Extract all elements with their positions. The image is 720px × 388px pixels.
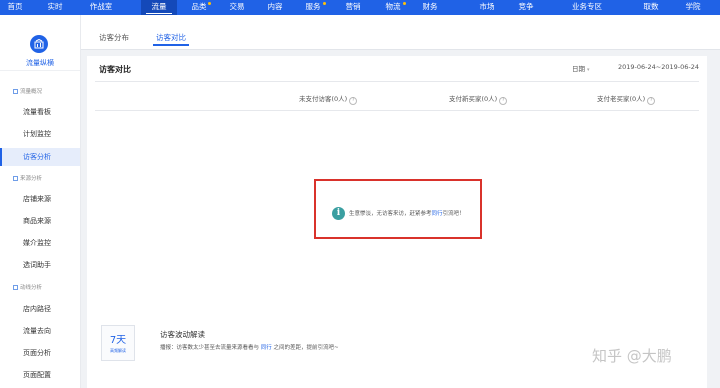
sidebar-item-visitor-analysis[interactable]: 访客分析 <box>0 148 80 166</box>
nav-trade[interactable]: 交易 <box>222 0 252 15</box>
column-header-new-buyers: 支付新买家(0人)? <box>449 93 508 105</box>
sidebar: 流量纵横 流量概况 流量看板 计划监控 访客分析 来源分析 店铺来源 商品来源 … <box>0 15 81 388</box>
sidebar-item-shop-source[interactable]: 店铺来源 <box>0 190 80 208</box>
traffic-logo-icon <box>30 35 48 53</box>
tab-visitor-comparison[interactable]: 访客对比 <box>153 32 189 46</box>
watermark: 知乎 @大鹏 <box>592 347 672 365</box>
nav-traffic[interactable]: 流量 <box>141 0 177 15</box>
nav-business-zone[interactable]: 业务专区 <box>562 0 612 15</box>
sidebar-item-shop-path[interactable]: 店内路径 <box>0 300 80 318</box>
nav-competition[interactable]: 竞争 <box>511 0 541 15</box>
date-dropdown[interactable]: 日期 ▾ <box>572 63 590 73</box>
nav-marketing[interactable]: 营销 <box>338 0 368 15</box>
help-icon[interactable]: ? <box>499 97 508 105</box>
sidebar-item-page-analysis[interactable]: 页面分析 <box>0 344 80 362</box>
new-dot <box>403 2 406 5</box>
interpretation-text: 播报：访客数太少甚至去流量来源看看与 同行 之间的差距，提前引流吧~ <box>160 345 339 351</box>
new-dot <box>208 2 211 5</box>
badge-number: 7天 <box>109 335 127 346</box>
chevron-down-icon: ▾ <box>587 67 590 73</box>
nav-realtime[interactable]: 实时 <box>40 0 70 15</box>
sidebar-item-page-config[interactable]: 页面配置 <box>0 366 80 384</box>
sidebar-item-media-monitor[interactable]: 媒介监控 <box>0 234 80 252</box>
sidebar-item-plan-monitor[interactable]: 计划监控 <box>0 125 80 143</box>
nav-content[interactable]: 内容 <box>260 0 290 15</box>
new-dot <box>323 2 326 5</box>
panel-title: 访客对比 <box>99 65 131 74</box>
path-icon <box>13 285 18 290</box>
sidebar-group-source: 来源分析 <box>13 174 42 182</box>
nav-data-fetch[interactable]: 取数 <box>636 0 666 15</box>
nav-market[interactable]: 市场 <box>472 0 502 15</box>
help-icon[interactable]: ? <box>349 97 358 105</box>
divider <box>95 81 699 82</box>
nav-war-room[interactable]: 作战室 <box>82 0 120 15</box>
date-range: 2019-06-24~2019-06-24 <box>618 63 699 71</box>
tab-bar: 访客分布 访客对比 <box>81 15 720 50</box>
sidebar-item-dashboard[interactable]: 流量看板 <box>0 103 80 121</box>
sidebar-group-path: 动线分析 <box>13 283 42 291</box>
sidebar-group-overview: 流量概况 <box>13 87 42 95</box>
sidebar-item-traffic-out[interactable]: 流量去向 <box>0 322 80 340</box>
tab-visitor-distribution[interactable]: 访客分布 <box>99 32 129 43</box>
help-icon[interactable]: ? <box>647 97 656 105</box>
nav-finance[interactable]: 财务 <box>415 0 445 15</box>
peer-link[interactable]: 同行 <box>432 211 443 217</box>
interpretation-title: 访客波动解读 <box>160 330 205 339</box>
nav-academy[interactable]: 学院 <box>678 0 708 15</box>
sidebar-item-keyword-helper[interactable]: 选词助手 <box>0 256 80 274</box>
divider <box>95 110 699 111</box>
seven-day-badge: 7天 高频解读 <box>101 325 135 361</box>
peer-link[interactable]: 同行 <box>261 345 272 351</box>
brand: 流量纵横 <box>0 15 80 71</box>
nav-home[interactable]: 首页 <box>0 0 30 15</box>
info-icon: i <box>332 207 345 220</box>
column-header-unpaid: 未支付访客(0人)? <box>299 93 358 105</box>
source-icon <box>13 176 18 181</box>
overview-icon <box>13 89 18 94</box>
empty-state-message: 生意惨淡，无访客来访，赶紧参考同行引流吧！ <box>349 211 465 217</box>
brand-name: 流量纵横 <box>26 59 54 67</box>
column-header-returning-buyers: 支付老买家(0人)? <box>597 93 656 105</box>
top-navigation: 首页 实时 作战室 流量 品类 交易 内容 服务 营销 物流 财务 市场 竞争 … <box>0 0 720 15</box>
sidebar-item-product-source[interactable]: 商品来源 <box>0 212 80 230</box>
badge-subtitle: 高频解读 <box>110 348 126 353</box>
